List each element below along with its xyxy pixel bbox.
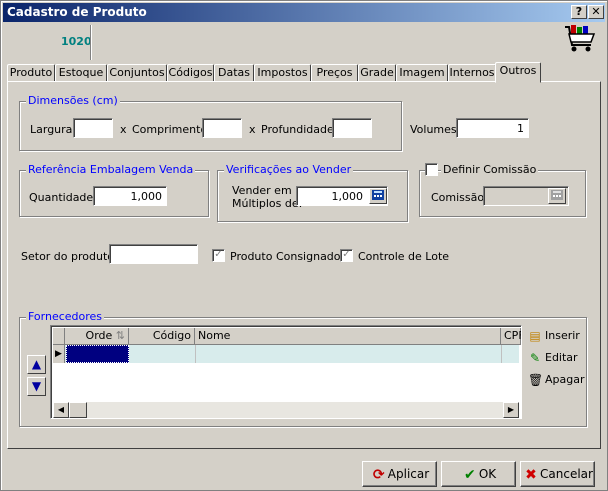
sector-label: Setor do produto: [21,250,118,263]
quantity-input[interactable]: 1,000 [93,186,167,206]
volumes-label: Volumes: [410,123,461,136]
delete-button[interactable]: 🗑 Apagar [528,373,585,387]
edit-button[interactable]: ✎ Editar [528,351,578,365]
apply-label: Aplicar [387,467,430,481]
trash-icon: 🗑 [528,373,544,387]
sale-checks-title: Verificações ao Vender [224,163,354,176]
times-sign-1: x [120,123,127,136]
cell-divider [195,345,196,363]
apply-icon: ⟳ [372,466,385,483]
tab-conjuntos[interactable]: Conjuntos [107,64,167,82]
lot-control-checkbox[interactable]: ✓ [340,249,353,262]
calculator-icon[interactable] [369,188,387,204]
consigned-label: Produto Consignado [230,250,341,263]
consigned-checkbox[interactable]: ✓ [212,249,225,262]
suppliers-title: Fornecedores [26,310,105,323]
ok-label: OK [478,467,497,481]
close-button[interactable]: ✕ [588,5,604,19]
length-label: Comprimento: [132,123,211,136]
edit-label: Editar [545,351,578,364]
tab-grade[interactable]: Grade [358,64,396,82]
horizontal-scrollbar[interactable]: ◀ ▶ [53,402,519,418]
column-header-code[interactable]: Código [129,328,195,345]
commission-title: Definir Comissão [441,163,539,176]
cancel-button[interactable]: ✖ Cancelar [520,461,595,487]
depth-input[interactable] [332,118,372,138]
edit-icon: ✎ [529,351,541,365]
move-up-icon[interactable]: ▲ [27,355,46,374]
window-title: Cadastro de Produto [7,5,147,19]
tab-estoque[interactable]: Estoque [55,64,107,82]
width-label: Largura: [30,123,77,136]
product-window: Cadastro de Produto ? ✕ 1020 Produto Est… [0,0,608,491]
column-order-label: Orde [85,329,113,342]
tab-impostos[interactable]: Impostos [254,64,311,82]
ok-button[interactable]: ✔ OK [441,461,516,487]
insert-icon: ▤ [529,329,541,343]
apply-button[interactable]: ⟳ Aplicar [362,461,437,487]
packaging-title: Referência Embalagem Venda [26,163,196,176]
product-code: 1020 [61,35,92,48]
tab-internos[interactable]: Internos [448,64,496,82]
scroll-right-icon[interactable]: ▶ [503,402,519,418]
sector-input[interactable] [109,244,198,264]
calculator-disabled-icon[interactable] [548,188,566,204]
row-pointer-icon: ▶ [53,345,65,363]
suppliers-grid[interactable]: Orde ⇅ Código Nome CPF ▶ ◀ ▶ [50,325,522,419]
selected-cell[interactable] [66,345,129,363]
tab-precos[interactable]: Preços [311,64,358,82]
depth-label: Profundidade: [261,123,338,136]
multiples-label-1: Vender em [232,184,292,197]
width-input[interactable] [73,118,113,138]
table-row[interactable]: ▶ [53,345,519,363]
lot-control-label: Controle de Lote [358,250,450,263]
tab-outros[interactable]: Outros [495,62,541,83]
scroll-thumb[interactable] [69,402,87,418]
shopping-cart-icon [565,25,596,52]
cell-divider [501,345,502,363]
grid-corner [53,328,65,345]
tab-produto[interactable]: Produto [7,64,55,82]
sort-icon: ⇅ [115,329,125,342]
tab-codigos[interactable]: Códigos [167,64,214,82]
tab-imagem[interactable]: Imagem [396,64,448,82]
help-button[interactable]: ? [571,5,587,19]
volumes-input[interactable]: 1 [456,118,529,138]
commission-label: Comissão: [431,191,488,204]
delete-label: Apagar [545,373,585,386]
dimensions-title: Dimensões (cm) [26,94,120,107]
multiples-label-2: Múltiplos de: [232,197,303,210]
check-icon: ✔ [463,466,476,483]
scroll-left-icon[interactable]: ◀ [53,402,69,418]
cancel-label: Cancelar [540,467,593,481]
title-bar: Cadastro de Produto ? ✕ [3,3,605,22]
commission-checkbox[interactable] [425,163,438,176]
times-sign-2: x [249,123,256,136]
column-header-cpf[interactable]: CPF [501,328,521,345]
column-header-name[interactable]: Nome [195,328,501,345]
cancel-icon: ✖ [525,466,537,483]
quantity-label: Quantidade: [29,191,97,204]
tab-datas[interactable]: Datas [214,64,254,82]
column-header-order[interactable]: Orde ⇅ [65,328,129,345]
insert-label: Inserir [545,329,580,342]
length-input[interactable] [202,118,242,138]
code-divider [90,25,91,60]
move-down-icon[interactable]: ▼ [27,377,46,396]
insert-button[interactable]: ▤ Inserir [528,329,580,343]
